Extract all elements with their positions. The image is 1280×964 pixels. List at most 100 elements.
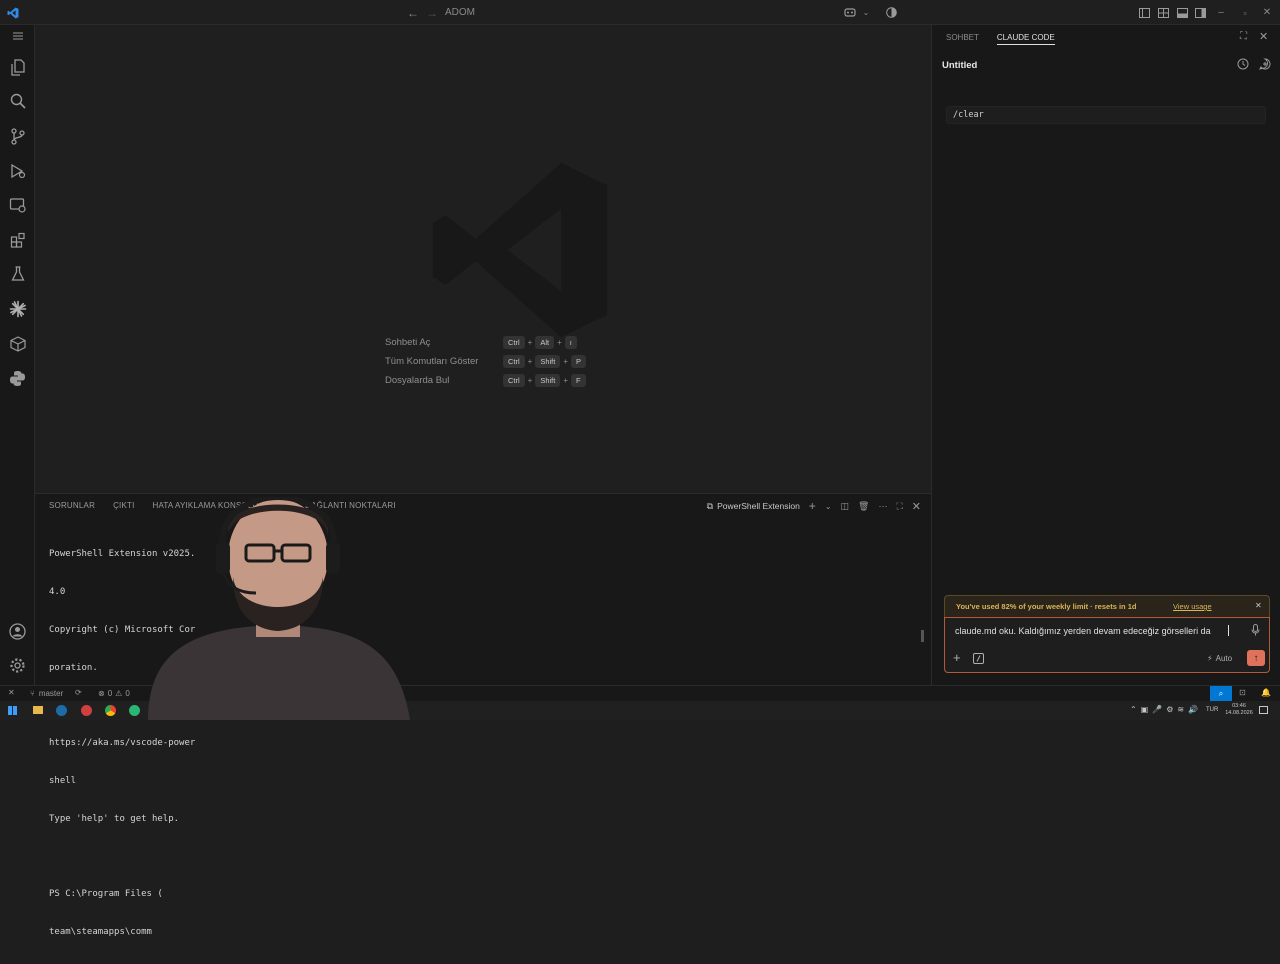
user-message: /clear: [946, 106, 1266, 124]
new-terminal-plus-icon[interactable]: +: [809, 499, 816, 513]
history-icon[interactable]: [1237, 58, 1249, 70]
close-panel-icon[interactable]: ✕: [912, 500, 921, 513]
app-icon[interactable]: [81, 705, 92, 716]
error-icon: ⊗: [98, 689, 105, 698]
dismiss-banner-icon[interactable]: ✕: [1255, 601, 1262, 610]
chevron-down-icon[interactable]: ⌄: [825, 502, 832, 511]
terminal-name: PowerShell Extension: [717, 501, 800, 511]
tab-chat[interactable]: SOHBET: [946, 33, 979, 45]
shortcut-label: Tüm Komutları Göster: [385, 356, 479, 367]
restore-icon[interactable]: ▫: [1236, 0, 1254, 25]
zoom-icon[interactable]: ⌕: [1210, 686, 1232, 701]
extensions-icon[interactable]: [0, 223, 35, 257]
session-title: Untitled: [942, 60, 978, 71]
usage-banner: You've used 82% of your weekly limit · r…: [944, 595, 1270, 617]
toggle-sidebar-icon[interactable]: [1137, 0, 1151, 25]
explorer-icon[interactable]: [0, 50, 35, 84]
claude-icon[interactable]: [0, 292, 35, 326]
terminal-selector[interactable]: ⧉ PowerShell Extension: [707, 501, 800, 512]
maximize-icon[interactable]: ⛶: [1240, 31, 1247, 42]
prompt-composer: claude.md oku. Kaldığımız yerden devam e…: [944, 617, 1270, 673]
slash-command-icon[interactable]: [973, 653, 984, 664]
copilot-icon[interactable]: [842, 0, 858, 25]
split-terminal-icon[interactable]: ◫: [841, 501, 850, 512]
settings-gear-icon[interactable]: [0, 648, 35, 682]
menu-icon[interactable]: [0, 19, 35, 53]
command-center-search[interactable]: ADOM: [445, 4, 840, 21]
trash-icon[interactable]: 🗑: [858, 501, 869, 512]
shortcut-row[interactable]: Sohbeti Aç Ctrl + Alt + ı: [385, 333, 588, 352]
terminal-scrollbar[interactable]: [921, 630, 924, 642]
terminal-line: shell: [49, 775, 77, 786]
more-actions-icon[interactable]: ···: [878, 501, 887, 511]
run-debug-icon[interactable]: [0, 154, 35, 188]
webcam-person-image: [148, 497, 410, 720]
back-arrow-icon[interactable]: ←: [405, 0, 421, 25]
source-control-icon[interactable]: [0, 119, 35, 153]
maximize-panel-icon[interactable]: ⛶: [896, 501, 902, 512]
add-attachment-icon[interactable]: +: [953, 650, 961, 665]
minimize-icon[interactable]: –: [1212, 0, 1230, 25]
view-usage-link[interactable]: View usage: [1173, 602, 1212, 611]
testing-icon[interactable]: [0, 257, 35, 291]
input-language[interactable]: TUR: [1206, 707, 1218, 713]
watermark-shortcuts: Sohbeti Aç Ctrl + Alt + ı Tüm Komutları Gö…: [385, 333, 588, 390]
clock-time: 03:46: [1232, 703, 1246, 709]
command-center-label: ADOM: [445, 7, 475, 18]
keycap: P: [571, 355, 587, 368]
file-explorer-icon[interactable]: [33, 706, 43, 714]
panel-toolbar: ⧉ PowerShell Extension + ⌄ ◫ 🗑 ··· ⛶ ✕: [707, 499, 921, 513]
lightning-icon: ⚡: [1207, 654, 1213, 663]
close-sidebar-icon[interactable]: ✕: [1259, 30, 1268, 43]
chat-tabs: SOHBET CLAUDE CODE: [946, 33, 1055, 45]
tab-problems[interactable]: SORUNLAR: [49, 501, 95, 510]
copilot-status-icon[interactable]: ⊡: [1239, 688, 1246, 697]
keycap: Ctrl: [503, 355, 525, 368]
tab-claude-code[interactable]: CLAUDE CODE: [996, 33, 1055, 45]
error-count: 0: [107, 689, 113, 698]
forward-arrow-icon[interactable]: →: [424, 0, 440, 25]
webcam-overlay: [128, 497, 410, 720]
terminal-line: PS C:\Program Files (: [49, 889, 163, 900]
new-chat-icon[interactable]: [1259, 58, 1271, 70]
send-button[interactable]: ↑: [1247, 650, 1265, 666]
keycap: Alt: [535, 336, 555, 349]
windows-start-icon[interactable]: [8, 706, 17, 715]
toggle-secondary-sidebar-icon[interactable]: [1193, 0, 1207, 25]
remote-indicator-icon[interactable]: ✕: [8, 688, 15, 697]
powershell-icon: ⧉: [706, 500, 714, 511]
remote-explorer-icon[interactable]: [0, 188, 35, 222]
editor-area: [35, 25, 931, 493]
steam-icon[interactable]: [56, 705, 67, 716]
package-icon[interactable]: [0, 327, 35, 361]
chevron-down-icon[interactable]: ⌄: [860, 0, 872, 25]
mode-label: Auto: [1215, 654, 1233, 663]
notifications-bell-icon[interactable]: 🔔: [1261, 688, 1271, 697]
problems-indicator[interactable]: ⊗ 0 ⚠ 0: [98, 689, 130, 698]
usage-text: You've used 82% of your weekly limit · r…: [956, 602, 1137, 611]
chrome-icon[interactable]: [105, 705, 116, 716]
branch-indicator[interactable]: ⑂ master: [30, 689, 63, 698]
vscode-watermark-icon: [425, 155, 615, 345]
git-branch-icon: ⑂: [30, 689, 35, 698]
mode-selector[interactable]: ⚡ Auto: [1207, 654, 1232, 663]
toggle-panel-icon[interactable]: [1175, 0, 1189, 25]
layout-icon[interactable]: [1156, 0, 1170, 25]
system-tray-icons[interactable]: ⌃▣🎤⚙≋🔊: [1130, 705, 1202, 714]
sync-icon[interactable]: ⟳: [75, 688, 82, 697]
clock[interactable]: 03:46 14.08.2026: [1224, 703, 1254, 717]
search-icon[interactable]: [0, 84, 35, 118]
secondary-sidebar: SOHBET CLAUDE CODE ⛶ ✕ Untitled /clear Y…: [931, 25, 1280, 685]
python-icon[interactable]: [0, 361, 35, 395]
notification-center-icon[interactable]: [1259, 706, 1268, 714]
accounts-pie-icon[interactable]: [884, 0, 898, 25]
close-icon[interactable]: ✕: [1258, 0, 1276, 25]
shortcut-row[interactable]: Dosyalarda Bul Ctrl + Shift + F: [385, 371, 588, 390]
prompt-input[interactable]: claude.md oku. Kaldığımız yerden devam e…: [955, 626, 1245, 636]
account-icon[interactable]: [0, 614, 35, 648]
microphone-icon[interactable]: [1251, 624, 1260, 636]
terminal-line: Type 'help' to get help.: [49, 813, 180, 824]
branch-name: master: [38, 689, 64, 698]
shortcut-row[interactable]: Tüm Komutları Göster Ctrl + Shift + P: [385, 352, 588, 371]
